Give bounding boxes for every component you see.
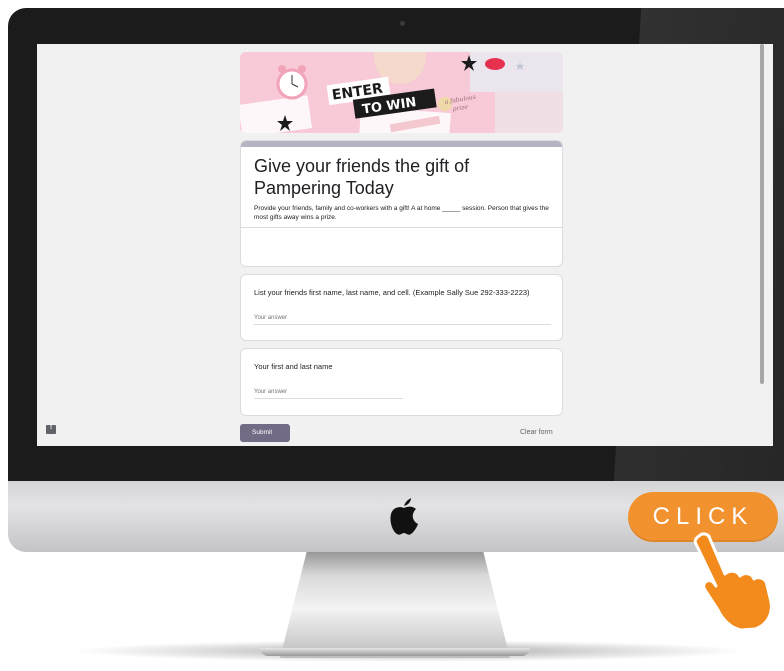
feedback-icon[interactable] (46, 424, 56, 434)
banner-illustration: ENTER TO WIN a fabulous prize (240, 52, 563, 133)
question-label: List your friends first name, last name,… (254, 288, 530, 297)
alarm-clock-icon (276, 65, 308, 100)
answer-input-friends[interactable]: Your answer (254, 315, 551, 325)
camera-icon (400, 21, 405, 26)
form-header-image: ENTER TO WIN a fabulous prize (240, 52, 563, 133)
scrollbar[interactable] (760, 44, 764, 384)
title-card-accent (241, 141, 562, 147)
question-card-friends: List your friends first name, last name,… (240, 274, 563, 341)
monitor-stand-base (260, 648, 530, 656)
apple-logo-icon (390, 498, 418, 535)
question-label: Your first and last name (254, 362, 333, 371)
monitor-stand (280, 548, 510, 658)
submit-button[interactable]: Submit (240, 424, 290, 442)
form-description: Provide your friends, family and co-work… (254, 205, 549, 221)
pointing-hand-icon (693, 532, 773, 631)
form-title-card: Give your friends the gift of Pampering … (240, 140, 563, 267)
title-card-divider (241, 227, 562, 228)
clear-form-link[interactable]: Clear form (520, 429, 553, 436)
form-title: Give your friends the gift of Pampering … (254, 156, 470, 198)
question-card-name: Your first and last name Your answer (240, 348, 563, 416)
answer-input-name[interactable]: Your answer (254, 389, 403, 399)
